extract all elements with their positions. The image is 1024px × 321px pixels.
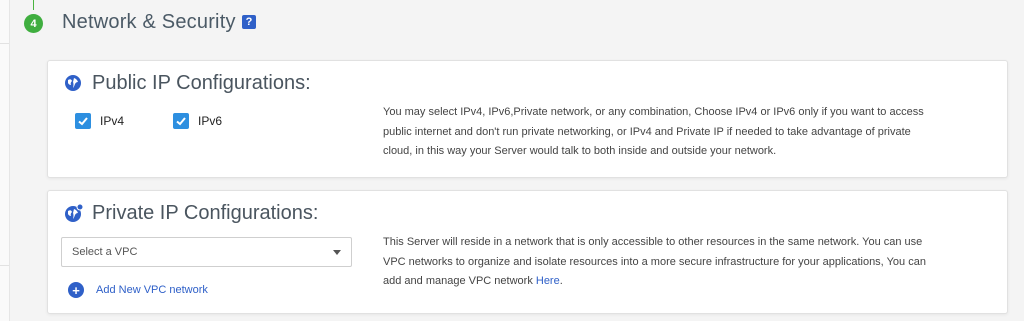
description-line: You may select IPv4, IPv6,Private networ… bbox=[383, 106, 924, 118]
chevron-down-icon bbox=[333, 249, 341, 255]
ipv4-checkbox[interactable] bbox=[75, 113, 91, 129]
public-ip-panel: Public IP Configurations: IPv4 IPv6 You … bbox=[47, 60, 1008, 178]
description-suffix: . bbox=[559, 275, 563, 287]
ipv6-checkbox[interactable] bbox=[173, 113, 189, 129]
help-icon[interactable]: ? bbox=[242, 15, 256, 29]
add-vpc-link[interactable]: + Add New VPC network bbox=[68, 282, 208, 298]
public-ip-description: You may select IPv4, IPv6,Private networ… bbox=[383, 103, 993, 162]
private-ip-description: This Server will reside in a network tha… bbox=[383, 233, 993, 292]
description-line: public internet and don't run private ne… bbox=[383, 125, 911, 138]
description-line: cloud, in this way your Server would tal… bbox=[383, 145, 777, 157]
globe-icon bbox=[64, 74, 82, 97]
public-ip-title: Public IP Configurations: bbox=[92, 72, 311, 94]
add-vpc-label[interactable]: Add New VPC network bbox=[96, 284, 208, 296]
section-title: Network & Security bbox=[62, 11, 236, 33]
here-link[interactable]: Here bbox=[536, 275, 560, 287]
plus-circle-icon[interactable]: + bbox=[68, 282, 84, 298]
ipv6-label: IPv6 bbox=[198, 114, 223, 128]
description-line: add and manage VPC network Here. bbox=[383, 272, 993, 292]
vpc-select[interactable]: Select a VPC bbox=[61, 237, 352, 267]
ipv4-label: IPv4 bbox=[100, 114, 125, 128]
vpc-select-placeholder: Select a VPC bbox=[72, 246, 138, 258]
private-ip-title: Private IP Configurations: bbox=[92, 202, 319, 224]
step-connector-line bbox=[33, 0, 34, 10]
left-sidebar-edge bbox=[0, 0, 10, 321]
sidebar-divider bbox=[0, 43, 9, 44]
description-text: add and manage VPC network bbox=[383, 275, 536, 287]
sidebar-divider bbox=[0, 265, 9, 266]
ipv4-option[interactable]: IPv4 bbox=[75, 113, 124, 129]
description-line: VPC networks to organize and isolate res… bbox=[383, 255, 926, 268]
globe-network-icon bbox=[64, 203, 84, 228]
description-line: This Server will reside in a network tha… bbox=[383, 236, 923, 248]
step-number-badge: 4 bbox=[24, 14, 43, 33]
check-icon bbox=[78, 117, 88, 126]
ipv6-option[interactable]: IPv6 bbox=[173, 113, 222, 129]
check-icon bbox=[176, 117, 186, 126]
private-ip-panel: Private IP Configurations: Select a VPC … bbox=[47, 190, 1008, 314]
